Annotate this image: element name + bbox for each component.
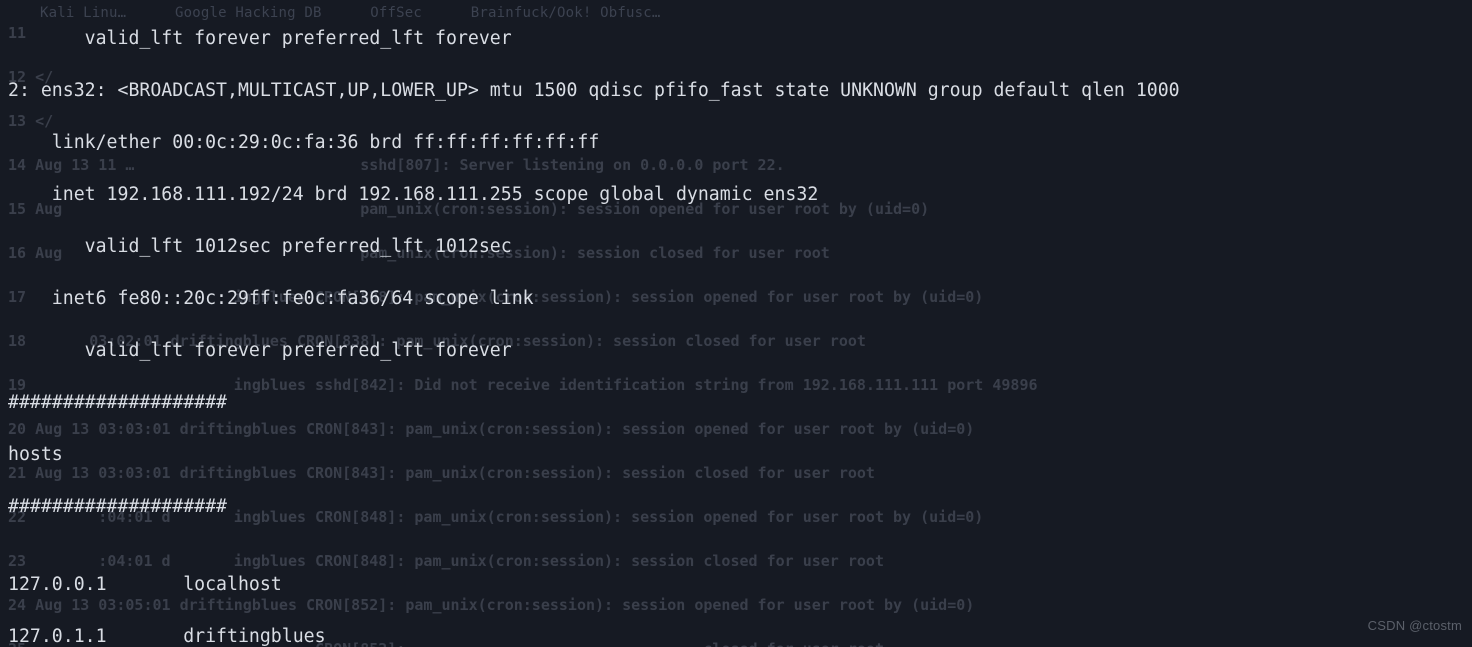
terminal-line: #################### xyxy=(8,390,1464,416)
terminal-line: inet 192.168.111.192/24 brd 192.168.111.… xyxy=(8,182,1464,208)
terminal-line: 127.0.0.1 localhost xyxy=(8,572,1464,598)
terminal-line: hosts xyxy=(8,442,1464,468)
terminal-line: inet6 fe80::20c:29ff:fe0c:fa36/64 scope … xyxy=(8,286,1464,312)
terminal-line: 2: ens32: <BROADCAST,MULTICAST,UP,LOWER_… xyxy=(8,78,1464,104)
watermark: CSDN @ctostm xyxy=(1368,613,1462,639)
terminal-line: valid_lft forever preferred_lft forever xyxy=(8,26,1464,52)
terminal-output[interactable]: valid_lft forever preferred_lft forever … xyxy=(0,0,1472,647)
terminal-line: #################### xyxy=(8,494,1464,520)
terminal-line: 127.0.1.1 driftingblues xyxy=(8,624,1464,647)
terminal-line: valid_lft 1012sec preferred_lft 1012sec xyxy=(8,234,1464,260)
terminal-line: valid_lft forever preferred_lft forever xyxy=(8,338,1464,364)
terminal-line: link/ether 00:0c:29:0c:fa:36 brd ff:ff:f… xyxy=(8,130,1464,156)
